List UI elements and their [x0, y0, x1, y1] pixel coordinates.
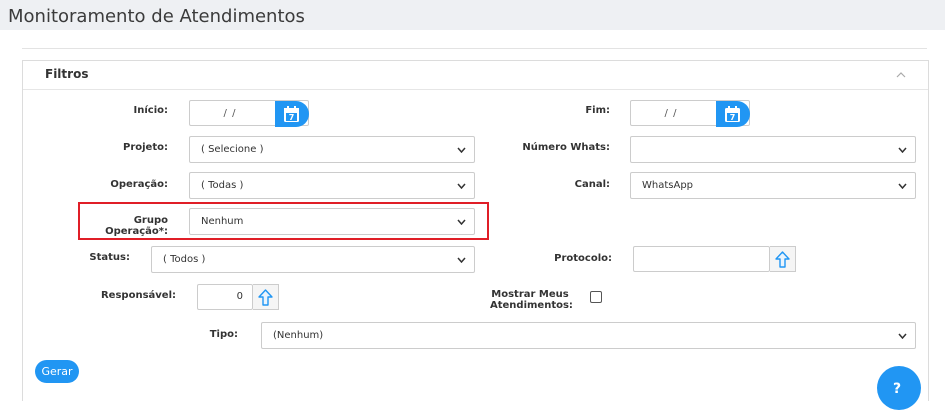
tipo-select[interactable]: (Nenhum) — [261, 322, 916, 349]
mostrar-meus-checkbox[interactable] — [590, 291, 602, 303]
chevron-down-icon — [898, 147, 907, 153]
arrow-up-icon — [258, 289, 273, 306]
chevron-down-icon — [898, 183, 907, 189]
help-button[interactable]: ? — [877, 366, 921, 410]
mostrar-meus-label-line1: Mostrar Meus — [491, 289, 569, 300]
responsavel-input[interactable]: 0 — [197, 284, 253, 310]
canal-label: Canal: — [574, 179, 610, 190]
mostrar-meus-label: Mostrar Meus Atendimentos: — [490, 289, 573, 311]
divider — [22, 48, 927, 49]
gerar-button[interactable]: Gerar — [35, 360, 79, 383]
status-value: ( Todos ) — [163, 254, 206, 265]
mostrar-meus-label-line2: Atendimentos: — [490, 300, 573, 311]
filters-title: Filtros — [45, 67, 89, 81]
projeto-label: Projeto: — [123, 142, 168, 153]
canal-select[interactable]: WhatsApp — [630, 172, 916, 199]
page-title: Monitoramento de Atendimentos — [8, 6, 305, 27]
fim-date-field[interactable]: / / 7 — [630, 100, 750, 127]
chevron-down-icon — [457, 147, 466, 153]
grupo-operacao-value: Nenhum — [201, 216, 244, 227]
chevron-down-icon — [898, 333, 907, 339]
page-header: Monitoramento de Atendimentos — [0, 0, 945, 30]
chevron-down-icon — [457, 219, 466, 225]
filters-panel-header[interactable]: Filtros — [23, 61, 928, 90]
grupo-operacao-select[interactable]: Nenhum — [189, 208, 475, 235]
responsavel-label: Responsável: — [100, 290, 176, 301]
inicio-date-field[interactable]: / / 7 — [189, 100, 309, 127]
grupo-operacao-label: Grupo Operação*: — [105, 215, 168, 237]
responsavel-value: 0 — [236, 291, 243, 302]
tipo-value: (Nenhum) — [273, 330, 324, 341]
inicio-calendar-button[interactable]: 7 — [275, 101, 309, 127]
chevron-down-icon — [457, 183, 466, 189]
status-label: Status: — [89, 252, 130, 263]
inicio-date-value: / / — [223, 108, 237, 119]
responsavel-search-button[interactable] — [253, 284, 279, 310]
fim-date-value: / / — [664, 108, 678, 119]
tipo-label: Tipo: — [209, 329, 238, 340]
protocolo-input[interactable] — [633, 246, 770, 272]
inicio-label: Início: — [133, 105, 169, 116]
svg-text:7: 7 — [730, 113, 736, 122]
chevron-up-icon[interactable] — [896, 70, 906, 80]
operacao-select[interactable]: ( Todas ) — [189, 172, 475, 199]
operacao-value: ( Todas ) — [201, 180, 244, 191]
calendar-icon: 7 — [725, 106, 740, 122]
numero-whats-select[interactable] — [630, 136, 916, 163]
projeto-select[interactable]: ( Selecione ) — [189, 136, 475, 163]
chevron-down-icon — [457, 257, 466, 263]
fim-calendar-button[interactable]: 7 — [716, 101, 750, 127]
projeto-value: ( Selecione ) — [201, 144, 264, 155]
status-select[interactable]: ( Todos ) — [151, 246, 475, 273]
help-icon: ? — [893, 381, 902, 397]
numero-whats-label: Número Whats: — [522, 142, 610, 153]
fim-label: Fim: — [585, 105, 610, 116]
svg-text:7: 7 — [289, 113, 295, 122]
protocolo-search-button[interactable] — [770, 246, 796, 272]
calendar-icon: 7 — [284, 106, 299, 122]
protocolo-label: Protocolo: — [554, 253, 612, 264]
arrow-up-icon — [775, 251, 790, 268]
operacao-label: Operação: — [110, 179, 168, 190]
canal-value: WhatsApp — [642, 180, 694, 191]
